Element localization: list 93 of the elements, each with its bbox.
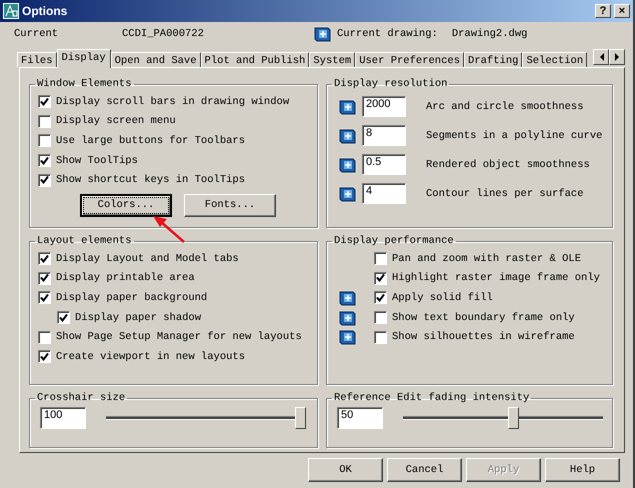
check-icon	[376, 274, 385, 282]
profile-label: Current	[14, 28, 60, 40]
check-icon	[40, 176, 49, 184]
drawing-file-icon	[339, 98, 356, 114]
option-label: Show text boundary frame only	[392, 312, 575, 324]
checkbox[interactable]	[374, 272, 387, 285]
group-title: Display resolution	[333, 78, 448, 90]
option-label: Show silhouettes in wireframe	[392, 331, 575, 344]
number-field[interactable]: 50	[337, 407, 383, 429]
checkbox[interactable]	[38, 272, 51, 285]
option-label: Show ToolTips	[56, 154, 138, 167]
check-icon	[40, 274, 49, 282]
option-label: Create viewport in new layouts	[56, 350, 246, 363]
window-title: Options	[22, 4, 68, 18]
tab[interactable]: Display	[56, 49, 111, 68]
drawing-file-icon	[339, 128, 356, 144]
tab[interactable]: Drafting	[464, 52, 522, 67]
checkbox[interactable]	[374, 330, 387, 344]
tab[interactable]: Plot and Publish	[200, 52, 310, 67]
drawing-file-icon	[339, 186, 356, 202]
tab[interactable]: Open and Save	[110, 52, 201, 67]
checkbox[interactable]	[38, 114, 51, 128]
slider-track[interactable]	[106, 407, 306, 429]
app-icon	[3, 3, 19, 19]
number-field[interactable]: 8	[362, 125, 406, 146]
button[interactable]: Colors...	[80, 194, 172, 217]
button[interactable]: Cancel	[387, 458, 462, 482]
group-title: Display performance	[333, 235, 455, 247]
checkbox[interactable]	[374, 311, 387, 324]
help-button[interactable]: ?	[595, 4, 611, 18]
slider-track[interactable]	[403, 407, 603, 429]
option-label: Apply solid fill	[392, 292, 493, 304]
check-icon	[40, 254, 49, 263]
tab[interactable]: Files	[17, 52, 57, 67]
checkbox[interactable]	[38, 350, 51, 364]
number-field[interactable]: 0.5	[362, 154, 406, 175]
check-icon	[59, 314, 68, 322]
checkbox[interactable]	[38, 252, 51, 266]
checkbox[interactable]	[374, 252, 387, 266]
button[interactable]: Fonts...	[184, 194, 276, 217]
checkbox[interactable]	[38, 330, 51, 344]
checkbox[interactable]	[38, 291, 51, 304]
scroll-right-button[interactable]	[609, 49, 625, 65]
checkbox[interactable]	[374, 291, 387, 304]
group-title: Reference Edit fading intensity	[333, 392, 530, 404]
tab[interactable]: System	[309, 52, 356, 67]
check-icon	[40, 98, 49, 106]
option-label: Display paper shadow	[75, 312, 202, 324]
check-icon	[40, 294, 49, 302]
field-label: Rendered object smoothness	[426, 158, 590, 170]
button[interactable]: Help	[545, 458, 620, 482]
number-field[interactable]: 2000	[362, 96, 406, 117]
close-button[interactable]: ×	[614, 4, 630, 18]
checkbox[interactable]	[38, 134, 51, 148]
arrow-annotation	[152, 215, 186, 243]
button[interactable]: OK	[308, 458, 383, 482]
checkbox[interactable]	[38, 174, 51, 187]
field-label: Segments in a polyline curve	[426, 130, 602, 142]
tab[interactable]: User Preferences	[355, 52, 464, 67]
number-field[interactable]: 100	[40, 407, 86, 429]
option-label: Show Page Setup Manager for new layouts	[56, 331, 302, 344]
option-label: Display screen menu	[56, 115, 176, 128]
right-triangle-icon	[614, 53, 620, 61]
drawing-file-icon	[339, 156, 356, 172]
left-triangle-icon	[598, 53, 604, 61]
option-label: Show shortcut keys in ToolTips	[56, 174, 246, 186]
checkbox[interactable]	[57, 311, 70, 324]
group-title: Layout elements	[36, 235, 133, 247]
drawing-name: Drawing2.dwg	[452, 28, 528, 40]
option-label: Highlight raster image frame only	[392, 272, 600, 284]
option-label: Display paper background	[56, 292, 208, 304]
slider-thumb[interactable]	[508, 407, 519, 429]
option-label: Display printable area	[56, 272, 195, 284]
group-title: Crosshair size	[36, 392, 126, 404]
option-label: Use large buttons for Toolbars	[56, 134, 246, 147]
option-label: Display scroll bars in drawing window	[56, 96, 290, 108]
option-label: Display Layout and Model tabs	[56, 252, 239, 265]
field-label: Arc and circle smoothness	[426, 100, 584, 112]
checkbox[interactable]	[38, 154, 51, 168]
check-icon	[40, 156, 49, 165]
check-icon	[40, 352, 49, 361]
group-title: Window Elements	[36, 78, 133, 90]
field-label: Contour lines per surface	[426, 188, 584, 200]
slider-thumb[interactable]	[295, 407, 306, 429]
option-label: Pan and zoom with raster & OLE	[392, 252, 582, 265]
checkbox[interactable]	[38, 95, 51, 108]
drawing-label: Current drawing:	[337, 28, 438, 40]
profile-name: CCDI_PA000722	[122, 28, 205, 40]
scroll-left-button[interactable]	[593, 49, 609, 65]
tab[interactable]: Selection	[522, 52, 588, 67]
number-field[interactable]: 4	[362, 183, 406, 204]
drawing-file-icon	[314, 26, 331, 42]
check-icon	[376, 294, 385, 302]
